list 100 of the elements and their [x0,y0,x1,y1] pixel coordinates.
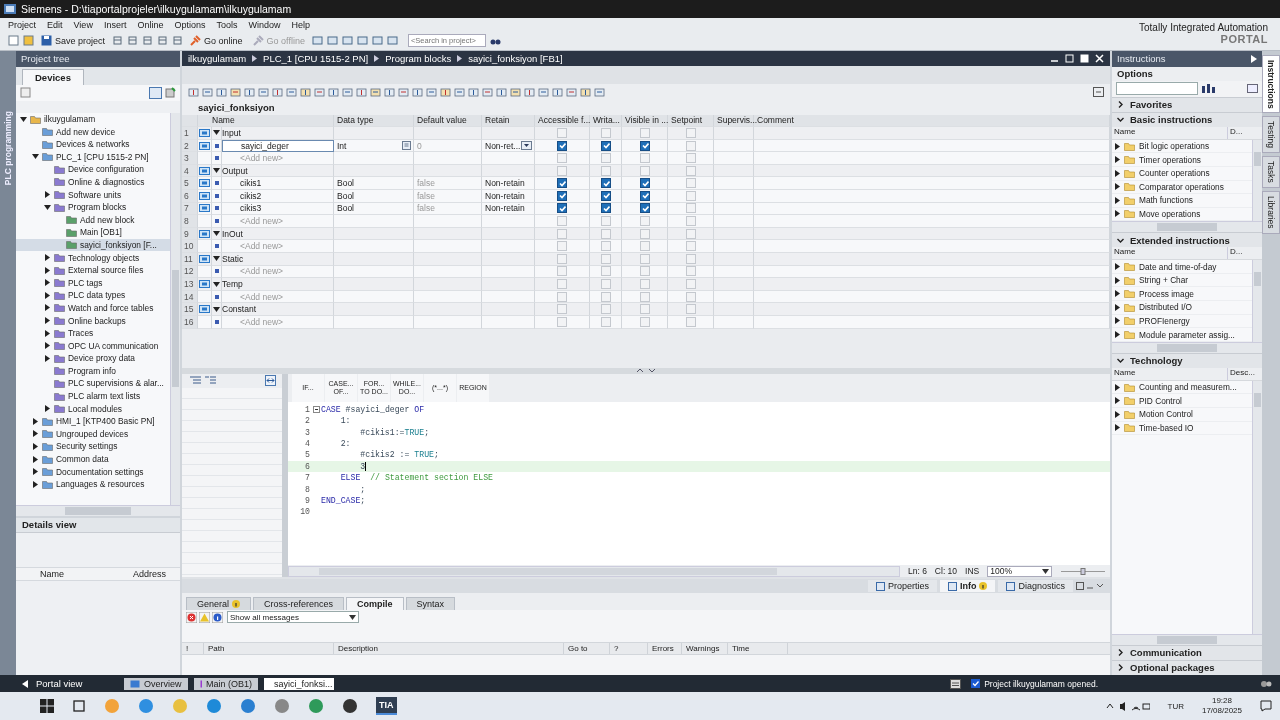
instruction-item[interactable]: Counting and measurem... [1112,380,1252,395]
code-line[interactable]: 1 CASE #sayici_deger OF [288,403,1110,416]
code-line[interactable]: 2 1: [288,415,1110,427]
expanded-arrow-icon[interactable] [20,115,27,123]
checkbox[interactable] [639,178,650,189]
message-filter-dropdown[interactable]: Show all messages [227,611,359,624]
instruction-item[interactable]: Counter operations [1112,166,1252,181]
tree-item[interactable]: Devices & networks [16,137,170,151]
code-line[interactable]: 3 #cikis1:=TRUE; [288,426,1110,438]
app-icon[interactable] [342,698,358,715]
menu-item[interactable]: Insert [103,19,127,30]
instruction-item[interactable]: Time-based IO [1112,421,1252,436]
breadcrumb-item[interactable]: sayici_fonksiyon [FB1] [468,52,563,64]
inspector-tab[interactable]: Info [939,580,996,593]
section-name[interactable]: Input [222,127,334,140]
inspector-subtab[interactable]: Cross-references [253,597,345,611]
toolbar-icon[interactable] [142,35,154,47]
search-options-icon[interactable] [1202,84,1216,94]
scrollbar[interactable] [170,112,180,505]
tree-item[interactable]: Common data [16,452,170,466]
start-icon[interactable] [40,699,54,714]
tool-icon[interactable] [328,86,340,98]
panel-arrow-icon[interactable] [1251,54,1257,63]
tool-icon[interactable] [468,86,480,98]
tool-icon[interactable] [524,86,536,98]
instruction-item[interactable]: Date and time-of-day [1112,260,1252,274]
checkbox[interactable] [600,140,611,151]
list-icon[interactable] [190,376,201,386]
toolbar-icon[interactable] [371,35,383,47]
checkbox[interactable] [557,140,567,151]
zoom-dropdown[interactable]: 100% [987,565,1052,577]
inspector-subtab[interactable]: Compile [346,597,404,611]
save-project-button[interactable]: Save project [38,34,109,48]
code-line[interactable]: 5 #cikis2 := TRUE; [288,449,1110,461]
editor-tab[interactable]: sayici_fonksi... [264,677,334,690]
slider-thumb[interactable] [1080,567,1086,575]
checkbox[interactable] [557,178,567,189]
checkbox[interactable] [600,178,611,189]
expanded-arrow-icon[interactable] [213,230,220,238]
zoom-slider[interactable] [1060,567,1106,575]
toolbar-icon[interactable] [341,35,353,47]
task-view-icon[interactable] [72,699,86,714]
expanded-arrow-icon[interactable] [32,153,39,161]
inspector-subtab[interactable]: Syntax [405,597,456,611]
instruction-item[interactable]: PID Control [1112,394,1252,409]
tool-icon[interactable] [482,86,494,98]
code-line[interactable]: 9 END_CASE; [288,494,1110,507]
type-picker-icon[interactable] [402,141,411,150]
toolbar-icon[interactable] [112,35,124,47]
table-row[interactable]: 1 Input [182,127,1110,140]
toolbar-icon[interactable] [127,35,139,47]
toolbar-icon[interactable] [311,35,323,47]
tree-item[interactable]: Software units [16,188,170,201]
maximize-icon[interactable] [1080,53,1089,63]
tool-icon[interactable] [216,86,228,98]
tree-item[interactable]: Languages & resources [16,477,170,491]
table-row[interactable]: 5 cikis1 Bool false Non-retain [182,177,1110,191]
tool-icon[interactable] [580,86,592,98]
tree-item[interactable]: Program info [16,364,170,378]
dropdown-icon[interactable] [521,141,532,150]
toolbar-icon[interactable] [172,35,184,47]
table-row[interactable]: 13 Temp [182,278,1110,291]
tree-item[interactable]: PLC data types [16,289,170,302]
tool-icon[interactable] [454,86,466,98]
tree-item[interactable]: sayici_fonksiyon [F... [16,238,170,252]
checkbox[interactable] [557,203,567,214]
tree-item[interactable]: Online backups [16,314,170,327]
tree-item[interactable]: Technology objects [16,251,170,264]
portal-view-button[interactable]: Portal view [22,678,118,690]
section-name[interactable]: Static [222,253,334,266]
tool-icon[interactable] [594,86,606,98]
scrollbar[interactable] [288,565,900,577]
tool-icon[interactable] [286,86,298,98]
instruction-item[interactable]: Motion Control [1112,408,1252,422]
panel-toggle-icon[interactable] [1093,87,1104,98]
tool-icon[interactable] [538,86,550,98]
tree-item[interactable]: Watch and force tables [16,301,170,315]
inspector-tab[interactable]: Properties [867,580,937,593]
scrollbar[interactable] [1252,380,1262,634]
side-panel-tab[interactable]: Libraries [1262,191,1280,234]
tree-item[interactable]: PLC alarm text lists [16,389,170,403]
tool-icon[interactable] [412,86,424,98]
table-row[interactable]: 15 Constant [182,303,1110,316]
tree-item[interactable]: HMI_1 [KTP400 Basic PN] [16,414,170,428]
tool-icon[interactable] [244,86,256,98]
section-name[interactable]: Temp [222,278,334,291]
tree-item[interactable]: Program blocks [16,200,170,214]
view-icon[interactable] [1247,84,1258,94]
instruction-search-field[interactable] [1116,82,1198,96]
tool-icon[interactable] [384,86,396,98]
menu-item[interactable]: Online [137,19,164,30]
tool-icon[interactable] [440,86,452,98]
instruction-item[interactable]: String + Char [1112,273,1252,288]
tree-item[interactable]: PLC tags [16,276,170,290]
input-language[interactable]: TUR [1167,701,1184,711]
scrollbar[interactable] [1112,341,1262,353]
instruction-item[interactable]: Math functions [1112,194,1252,208]
tree-item[interactable]: OPC UA communication [16,339,170,352]
toolbar-icon[interactable] [356,35,368,47]
menu-item[interactable]: Help [291,19,310,30]
